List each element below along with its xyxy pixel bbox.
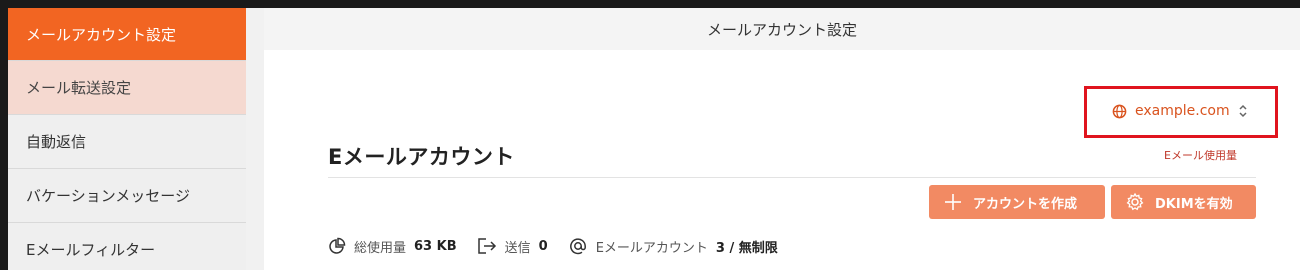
section-title: Eメールアカウント xyxy=(328,145,515,169)
window-top-bar xyxy=(0,0,1300,8)
sidebar-item-auto-reply[interactable]: 自動返信 xyxy=(8,115,246,169)
divider xyxy=(328,177,1256,178)
sidebar-item-label: メール転送設定 xyxy=(26,79,132,97)
at-sign-icon xyxy=(568,236,588,256)
sidebar-item-label: 自動返信 xyxy=(26,133,87,151)
stat-sent: 送信 0 xyxy=(477,237,548,256)
domain-selector[interactable]: example.com xyxy=(1112,103,1248,119)
stat-email-accounts: Eメールアカウント 3 / 無制限 xyxy=(568,236,778,256)
sidebar-item-email-filter[interactable]: Eメールフィルター xyxy=(8,223,246,270)
domain-value: example.com xyxy=(1135,103,1230,119)
stat-label: Eメールアカウント xyxy=(595,240,708,256)
stat-value: 3 / 無制限 xyxy=(715,240,778,256)
stat-label: 送信 xyxy=(504,240,531,256)
sidebar: メールアカウント設定 メール転送設定 自動返信 バケーションメッセージ Eメール… xyxy=(8,8,246,270)
stats-bar: 総使用量 63 KB 送信 0 Eメールアカウント 3 / 無制限 xyxy=(328,236,798,256)
create-account-button[interactable]: アカウントを作成 xyxy=(929,185,1105,219)
stat-value: 63 KB xyxy=(414,238,457,254)
page-title: メールアカウント設定 xyxy=(706,20,857,39)
globe-icon xyxy=(1112,104,1127,119)
enable-dkim-button[interactable]: DKIMを有効 xyxy=(1111,185,1256,219)
stat-value: 0 xyxy=(538,238,548,254)
sidebar-item-mail-account-settings[interactable]: メールアカウント設定 xyxy=(8,8,246,61)
gear-icon xyxy=(1125,192,1145,212)
send-icon xyxy=(477,237,497,255)
sidebar-item-label: バケーションメッセージ xyxy=(26,187,190,205)
chevron-up-down-icon xyxy=(1238,104,1248,118)
email-usage-link[interactable]: Eメール使用量 xyxy=(1164,147,1237,163)
main-panel: メールアカウント設定 example.com Eメール使用量 Eメールアカウント xyxy=(264,8,1300,270)
sidebar-gutter xyxy=(246,8,264,270)
page-header: メールアカウント設定 xyxy=(264,8,1300,50)
sidebar-item-vacation-message[interactable]: バケーションメッセージ xyxy=(8,169,246,223)
sidebar-item-mail-forwarding[interactable]: メール転送設定 xyxy=(8,61,246,115)
sidebar-item-label: Eメールフィルター xyxy=(26,241,156,259)
enable-dkim-label: DKIMを有効 xyxy=(1155,196,1233,212)
stat-label: 総使用量 xyxy=(354,240,407,256)
pie-chart-icon xyxy=(328,237,346,255)
plus-icon xyxy=(943,192,963,212)
create-account-label: アカウントを作成 xyxy=(973,196,1078,212)
stat-total-usage: 総使用量 63 KB xyxy=(328,237,457,256)
sidebar-item-label: メールアカウント設定 xyxy=(26,25,177,44)
